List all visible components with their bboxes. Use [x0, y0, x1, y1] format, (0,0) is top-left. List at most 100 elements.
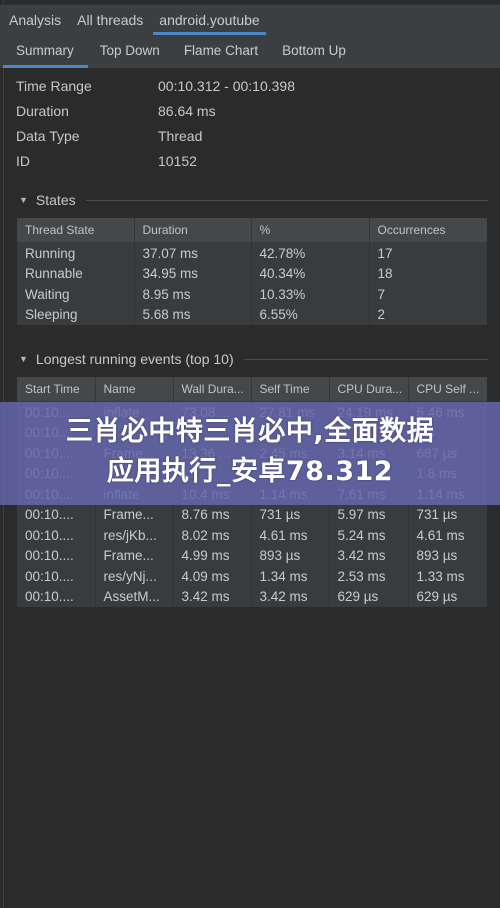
- table-cell: 42.78%: [251, 242, 370, 264]
- table-cell: 5.97 ms: [329, 504, 409, 525]
- summary-label: Duration: [16, 103, 69, 119]
- collapse-caret-icon[interactable]: ▼: [19, 195, 28, 205]
- table-cell: 5.68 ms: [134, 304, 252, 325]
- table-cell: Waiting: [17, 284, 135, 305]
- collapse-caret-icon[interactable]: ▼: [19, 354, 28, 364]
- tab-all-threads[interactable]: All threads: [69, 5, 151, 35]
- table-cell: 2.53 ms: [329, 566, 409, 587]
- summary-value: 00:10.312 - 00:10.398: [158, 78, 296, 94]
- column-header[interactable]: CPU Self ...: [408, 377, 487, 401]
- summary-label: Data Type: [16, 128, 80, 144]
- table-cell: 00:10....: [17, 545, 96, 566]
- column-header[interactable]: Wall Dura...: [173, 377, 252, 401]
- column-header[interactable]: CPU Dura...: [329, 377, 409, 401]
- table-cell: 6.55%: [251, 304, 370, 325]
- table-cell: 00:10....: [17, 566, 96, 587]
- tab-flame-chart[interactable]: Flame Chart: [172, 35, 270, 68]
- tab-bottom-up[interactable]: Bottom Up: [270, 35, 358, 68]
- tab-top-down[interactable]: Top Down: [88, 35, 172, 68]
- event-row[interactable]: 00:10.... Frame... 4.99 ms 893 µs 3.42 ms 893…: [17, 545, 487, 566]
- table-cell: Frame...: [95, 545, 174, 566]
- events-section-header[interactable]: ▼ Longest running events (top 10): [19, 351, 488, 367]
- column-header[interactable]: Start Time: [17, 377, 96, 401]
- states-row[interactable]: Running 37.07 ms 42.78% 17: [17, 242, 487, 264]
- summary-value: 10152: [158, 153, 197, 169]
- table-cell: 629 µs: [329, 586, 409, 607]
- table-cell: 00:10....: [17, 586, 96, 607]
- watermark-line-2: 应用执行_安卓78.312: [106, 456, 394, 487]
- table-cell: 3.42 ms: [251, 586, 330, 607]
- states-row[interactable]: Runnable 34.95 ms 40.34% 18: [17, 263, 487, 284]
- table-cell: 3.42 ms: [173, 586, 252, 607]
- table-cell: 34.95 ms: [134, 263, 252, 284]
- summary-row-data-type: Data Type Thread: [16, 125, 295, 150]
- states-title: States: [35, 192, 76, 208]
- table-cell: 629 µs: [416, 589, 458, 605]
- table-cell: 17: [377, 245, 393, 261]
- table-cell: 10.33%: [251, 284, 370, 305]
- column-header[interactable]: %: [251, 218, 370, 242]
- table-cell: 1.34 ms: [251, 566, 330, 587]
- states-row[interactable]: Sleeping 5.68 ms 6.55% 2: [17, 304, 487, 325]
- summary-value: Thread: [158, 128, 203, 144]
- table-cell: 37.07 ms: [134, 242, 252, 264]
- table-cell: Sleeping: [17, 304, 135, 325]
- states-section-header[interactable]: ▼ States: [19, 192, 488, 208]
- table-cell: 2: [377, 307, 386, 323]
- table-cell: 8.95 ms: [134, 284, 252, 305]
- table-cell: Frame...: [95, 504, 174, 525]
- states-row[interactable]: Waiting 8.95 ms 10.33% 7: [17, 284, 487, 305]
- table-cell: 8.02 ms: [173, 525, 252, 546]
- column-header[interactable]: Name: [95, 377, 174, 401]
- sub-tab-bar: Summary Top Down Flame Chart Bottom Up: [0, 35, 500, 68]
- tab-summary[interactable]: Summary: [0, 35, 88, 68]
- table-cell: 7: [377, 286, 386, 302]
- table-cell: 731 µs: [416, 507, 458, 523]
- table-cell: 4.09 ms: [173, 566, 252, 587]
- events-title: Longest running events (top 10): [35, 351, 234, 367]
- summary-row-duration: Duration 86.64 ms: [16, 100, 295, 125]
- event-row[interactable]: 00:10.... Frame... 8.76 ms 731 µs 5.97 ms 731…: [17, 504, 487, 525]
- table-cell: 1.33 ms: [416, 568, 465, 584]
- table-cell: Running: [17, 242, 135, 264]
- table-cell: 893 µs: [251, 545, 330, 566]
- section-divider: [85, 199, 488, 201]
- summary-label: ID: [16, 153, 30, 169]
- table-cell: 40.34%: [251, 263, 370, 284]
- table-cell: 3.42 ms: [329, 545, 409, 566]
- table-cell: 18: [377, 266, 393, 282]
- table-cell: 00:10....: [17, 525, 96, 546]
- column-header[interactable]: Duration: [134, 218, 252, 242]
- column-header[interactable]: Occurrences: [369, 218, 487, 242]
- tab-android-youtube[interactable]: android.youtube: [151, 5, 267, 35]
- event-row[interactable]: 00:10.... AssetM... 3.42 ms 3.42 ms 629 µs 62…: [17, 586, 487, 607]
- summary-row-time-range: Time Range 00:10.312 - 00:10.398: [16, 75, 295, 100]
- column-header[interactable]: Thread State: [17, 218, 135, 242]
- states-header-row: Thread State Duration % Occurrences: [17, 218, 487, 242]
- table-cell: res/yNj...: [95, 566, 174, 587]
- summary-label: Time Range: [16, 78, 92, 94]
- table-cell: 00:10....: [17, 504, 96, 525]
- table-cell: Runnable: [17, 263, 135, 284]
- summary-value: 86.64 ms: [158, 103, 216, 119]
- watermark-text: 三肖必中特三肖必中,全面数据 应用执行_安卓78.312: [0, 412, 500, 492]
- top-tab-bar: Analysis All threads android.youtube: [0, 4, 500, 36]
- table-cell: 731 µs: [251, 504, 330, 525]
- event-row[interactable]: 00:10.... res/yNj... 4.09 ms 1.34 ms 2.53 ms…: [17, 566, 487, 587]
- table-cell: AssetM...: [95, 586, 174, 607]
- watermark-line-1: 三肖必中特三肖必中,全面数据: [65, 416, 435, 447]
- table-cell: 4.99 ms: [173, 545, 252, 566]
- event-row[interactable]: 00:10.... res/jKb... 8.02 ms 4.61 ms 5.24 ms…: [17, 525, 487, 546]
- states-body: Running 37.07 ms 42.78% 17 Runnable 34.95 ms 4…: [17, 242, 487, 325]
- summary-row-id: ID 10152: [16, 150, 295, 175]
- table-cell: 5.24 ms: [329, 525, 409, 546]
- table-cell: 4.61 ms: [416, 527, 465, 543]
- table-cell: 893 µs: [416, 548, 458, 564]
- states-table: Thread State Duration % Occurrences Runn…: [17, 218, 487, 325]
- section-divider: [243, 358, 488, 360]
- events-header-row: Start Time Name Wall Dura... Self Time C…: [17, 377, 487, 401]
- column-header[interactable]: Self Time: [251, 377, 330, 401]
- tab-analysis[interactable]: Analysis: [1, 5, 69, 35]
- summary-panel: Time Range 00:10.312 - 00:10.398 Duratio…: [16, 75, 295, 175]
- table-cell: 8.76 ms: [173, 504, 252, 525]
